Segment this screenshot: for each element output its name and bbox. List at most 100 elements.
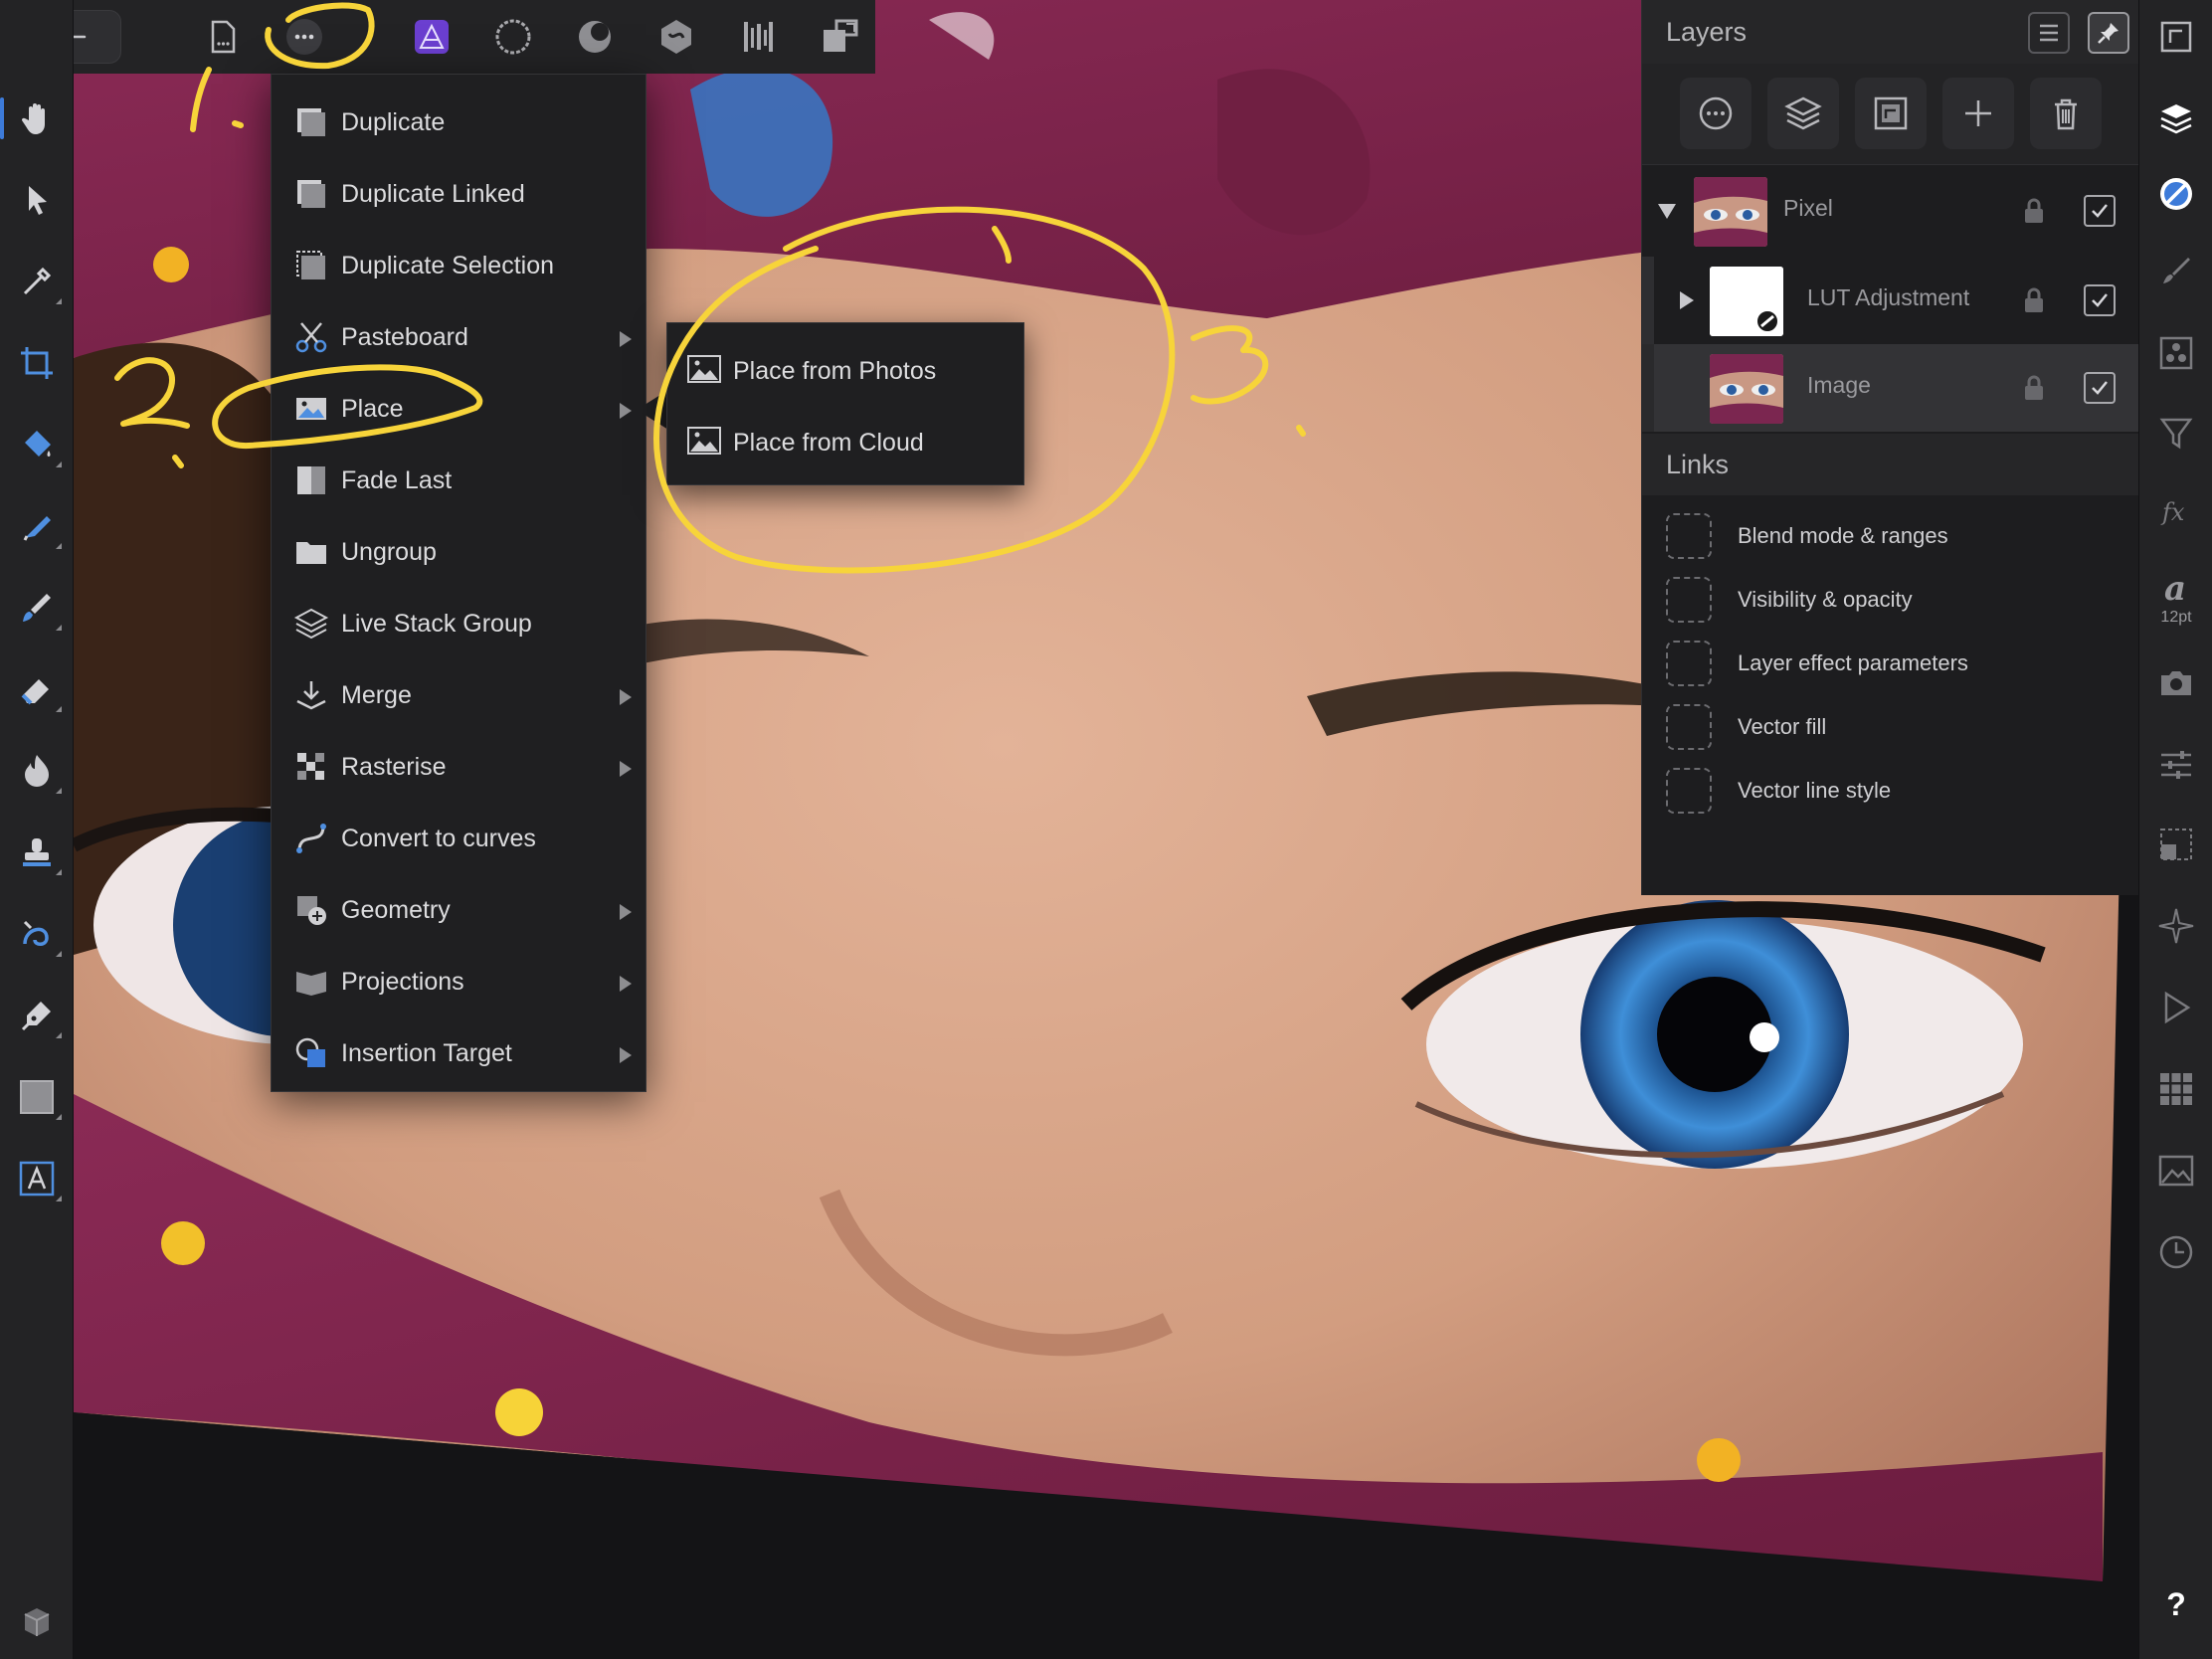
link-layer-effect-parameters[interactable]: Layer effect parameters: [1642, 629, 2139, 692]
menu-item-pasteboard[interactable]: Pasteboard: [272, 301, 645, 373]
stock-studio-button[interactable]: [2149, 1144, 2203, 1198]
export-persona-icon: [744, 22, 773, 52]
add-layer-button[interactable]: [1942, 78, 2014, 149]
collapsed-triangle-icon[interactable]: [1678, 289, 1696, 311]
clone-tool[interactable]: [10, 826, 64, 879]
dodge-burn-tool[interactable]: [10, 744, 64, 798]
panel-pin-button[interactable]: [2088, 12, 2129, 54]
menu-item-duplicate-selection[interactable]: Duplicate Selection: [272, 230, 645, 301]
export-persona-button[interactable]: [730, 10, 786, 64]
grid-icon: [2160, 1073, 2192, 1105]
crop-icon: [21, 347, 53, 379]
place-image-icon: [296, 398, 326, 420]
layer-visibility-checkbox[interactable]: [2084, 195, 2116, 227]
tool-settings-studio-button[interactable]: [2149, 738, 2203, 792]
adjustments-studio-button[interactable]: [2149, 406, 2203, 460]
layer-row-pixel[interactable]: Pixel: [1642, 167, 2139, 255]
layer-row-image[interactable]: Image: [1642, 344, 2139, 432]
layer-row-lut-adjustment[interactable]: LUT Adjustment: [1642, 257, 2139, 344]
link-vector-fill[interactable]: Vector fill: [1642, 692, 2139, 756]
transform-studio-button[interactable]: [2149, 818, 2203, 871]
document-button[interactable]: [195, 10, 251, 64]
layer-name: Pixel: [1783, 195, 1833, 221]
link-checkbox[interactable]: [1666, 704, 1712, 750]
submenu-arrow-icon: [620, 904, 632, 920]
layer-thumbnail: [1710, 354, 1783, 424]
menu-item-insertion-target[interactable]: Insertion Target: [272, 1017, 645, 1089]
macros-studio-button[interactable]: [2149, 981, 2203, 1034]
channels-studio-button[interactable]: [2149, 326, 2203, 380]
menu-item-place[interactable]: Place: [272, 373, 645, 445]
paint-brush-tool[interactable]: [10, 581, 64, 635]
link-checkbox[interactable]: [1666, 577, 1712, 623]
selection-brush-tool[interactable]: [10, 499, 64, 553]
pen-tool[interactable]: [10, 989, 64, 1042]
move-tool[interactable]: [10, 173, 64, 227]
menu-item-live-stack-group[interactable]: Live Stack Group: [272, 588, 645, 659]
top-toolbar: [0, 0, 875, 74]
crop-tool[interactable]: [10, 336, 64, 390]
text-styles-studio-button[interactable]: a: [2149, 561, 2203, 615]
tone-mapping-persona-button[interactable]: [648, 10, 704, 64]
navigator-studio-button[interactable]: [2149, 10, 2203, 64]
document-icon: [211, 20, 236, 54]
menu-item-duplicate-linked[interactable]: Duplicate Linked: [272, 158, 645, 230]
develop-persona-button[interactable]: [567, 10, 623, 64]
lock-icon[interactable]: [2022, 286, 2046, 314]
delete-layer-button[interactable]: [2030, 78, 2102, 149]
history-studio-button[interactable]: [2149, 1225, 2203, 1279]
menu-item-projections[interactable]: Projections: [272, 946, 645, 1017]
link-checkbox[interactable]: [1666, 513, 1712, 559]
colour-studio-button[interactable]: [2149, 167, 2203, 221]
layer-stack-button[interactable]: [1767, 78, 1839, 149]
color-picker-tool[interactable]: [10, 255, 64, 308]
snapshots-studio-button[interactable]: [2149, 656, 2203, 710]
flood-fill-tool[interactable]: [10, 418, 64, 471]
link-checkbox[interactable]: [1666, 768, 1712, 814]
layer-visibility-checkbox[interactable]: [2084, 284, 2116, 316]
effects-studio-button[interactable]: fx: [2149, 485, 2203, 539]
camera-icon: [2161, 671, 2191, 695]
menu-item-merge[interactable]: Merge: [272, 659, 645, 731]
menu-item-place-from-photos[interactable]: Place from Photos: [667, 333, 1023, 405]
navigator-compass-button[interactable]: [2149, 899, 2203, 953]
lock-icon[interactable]: [2022, 197, 2046, 225]
curves-icon: [296, 824, 326, 853]
layers-studio-button[interactable]: [2149, 92, 2203, 145]
text-tool[interactable]: [10, 1152, 64, 1205]
brushes-studio-button[interactable]: [2149, 245, 2203, 298]
adjustment-layer-button[interactable]: [1855, 78, 1927, 149]
panel-menu-button[interactable]: [2028, 12, 2070, 54]
more-options-button[interactable]: [276, 10, 332, 64]
layout-persona-button[interactable]: [812, 10, 867, 64]
link-visibility-opacity[interactable]: Visibility & opacity: [1642, 565, 2139, 629]
rectangle-tool[interactable]: [10, 1070, 64, 1124]
expand-triangle-icon[interactable]: [1656, 201, 1678, 221]
layer-visibility-checkbox[interactable]: [2084, 372, 2116, 404]
link-vector-line-style[interactable]: Vector line style: [1642, 756, 2139, 820]
photo-persona-button[interactable]: [404, 10, 460, 64]
menu-item-place-from-cloud[interactable]: Place from Cloud: [667, 405, 1023, 476]
checkmark-icon: [2092, 204, 2108, 218]
help-button[interactable]: ?: [2149, 1577, 2203, 1631]
erase-tool[interactable]: [10, 662, 64, 716]
link-blend-mode[interactable]: Blend mode & ranges: [1642, 501, 2139, 565]
link-checkbox[interactable]: [1666, 641, 1712, 686]
menu-item-geometry[interactable]: Geometry: [272, 874, 645, 946]
menu-item-convert-to-curves[interactable]: Convert to curves: [272, 803, 645, 874]
swatches-studio-button[interactable]: [2149, 1062, 2203, 1116]
layer-thumbnail: [1710, 267, 1783, 336]
liquify-persona-button[interactable]: [485, 10, 541, 64]
mask-layer-button[interactable]: [1680, 78, 1751, 149]
assistant-button[interactable]: [10, 1595, 64, 1649]
sliders-icon: [2161, 751, 2191, 779]
pin-icon: [2098, 23, 2119, 44]
menu-item-fade-last[interactable]: Fade Last: [272, 445, 645, 516]
hand-tool[interactable]: [0, 92, 64, 145]
menu-item-duplicate[interactable]: Duplicate: [272, 87, 645, 158]
menu-item-ungroup[interactable]: Ungroup: [272, 516, 645, 588]
red-eye-tool[interactable]: [10, 907, 64, 961]
lock-icon[interactable]: [2022, 374, 2046, 402]
menu-item-rasterise[interactable]: Rasterise: [272, 731, 645, 803]
channels-icon: [2159, 336, 2193, 370]
